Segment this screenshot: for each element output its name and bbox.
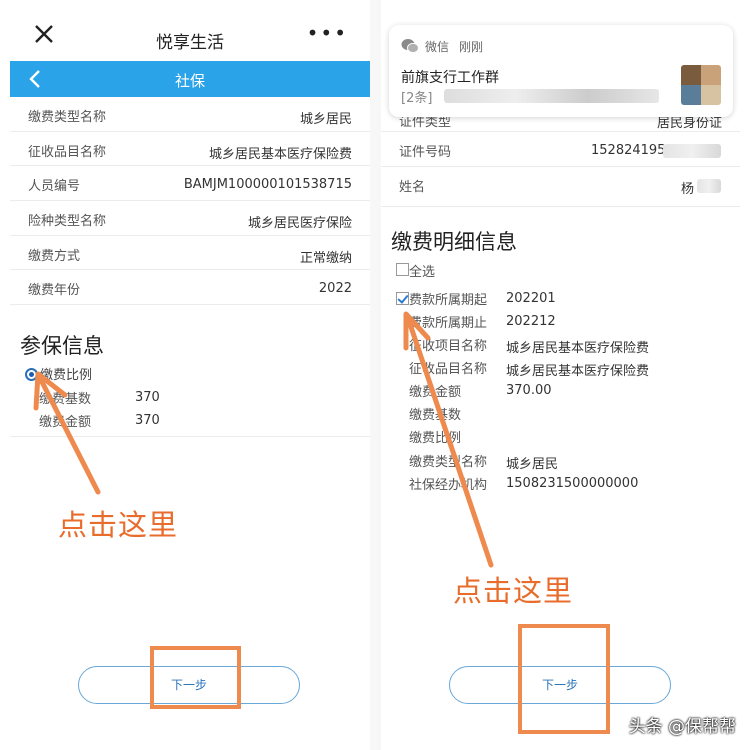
detail-label: 缴费类型名称: [409, 455, 488, 470]
info-row: 缴费年份 2022: [10, 270, 370, 306]
info-list: 缴费类型名称 城乡居民 征收品目名称 城乡居民基本医疗保险费 人员编号 BAMJ…: [10, 97, 370, 306]
wechat-notification[interactable]: 微信 刚刚 前旗支行工作群 [2条]: [389, 25, 733, 117]
left-screenshot: 悦享生活 ••• 社保 缴费类型名称 城乡居民 征收品目名称 城乡居民基本医疗保…: [10, 0, 370, 750]
detail-value: 城乡居民基本医疗保险费: [506, 341, 650, 356]
detail-value: 202201: [506, 291, 556, 306]
detail-value: 城乡居民: [506, 457, 559, 472]
notification-group: 前旗支行工作群: [401, 70, 499, 86]
highlight-box: [150, 646, 241, 709]
masked-value: [697, 179, 721, 193]
amount-value: 370: [135, 413, 160, 428]
highlight-box: [518, 624, 610, 734]
row-value: 152824195: [591, 143, 666, 158]
detail-label: 缴费基数: [409, 408, 462, 423]
row-value: BAMJM100000101538715: [183, 177, 352, 193]
detail-label: 缴费金额: [409, 385, 462, 400]
row-value: 城乡居民: [299, 112, 352, 127]
info-row: 姓名 杨: [381, 167, 740, 207]
detail-label: 社保经办机构: [409, 478, 488, 493]
row-label: 证件号码: [399, 145, 452, 160]
notification-prefix: [2条]: [401, 91, 433, 106]
detail-value: 城乡居民基本医疗保险费: [506, 364, 650, 379]
watermark-text: 头条 @保帮帮: [628, 717, 736, 737]
detail-checkbox[interactable]: [396, 292, 409, 305]
detail-label: 缴费比例: [409, 431, 462, 446]
row-value: 城乡居民医疗保险: [247, 216, 352, 232]
section-title: 缴费明细信息: [391, 230, 517, 254]
payment-ratio-radio[interactable]: 缴费比例: [25, 364, 92, 383]
select-all-checkbox[interactable]: [396, 263, 409, 276]
row-label: 缴费年份: [28, 283, 81, 299]
row-value: 2022: [318, 281, 352, 297]
group-avatar: [681, 65, 721, 105]
amount-label: 缴费金额: [39, 415, 92, 430]
detail-value: 370.00: [506, 383, 552, 398]
row-label: 缴费方式: [28, 248, 81, 264]
row-value: 正常缴纳: [299, 250, 352, 266]
app-header: 悦享生活 •••: [10, 0, 370, 60]
detail-label: 征收项目名称: [409, 339, 488, 354]
wechat-icon: [401, 39, 419, 54]
info-row: 缴费类型名称 城乡居民: [10, 97, 370, 132]
annotation-text: 点击这里: [58, 508, 179, 542]
base-label: 缴费基数: [39, 392, 92, 407]
detail-label: 费款所属期止: [409, 316, 488, 331]
row-label: 人员编号: [28, 179, 81, 195]
row-label: 征收品目名称: [28, 144, 107, 160]
radio-label: 缴费比例: [40, 368, 93, 383]
nav-title: 社保: [174, 72, 205, 90]
info-row: 险种类型名称 城乡居民医疗保险: [10, 201, 370, 236]
row-label: 险种类型名称: [28, 214, 107, 230]
radio-selected-icon[interactable]: [25, 368, 38, 381]
info-row: 征收品目名称 城乡居民基本医疗保险费: [10, 132, 370, 167]
base-value: 370: [135, 390, 160, 405]
info-row: 证件号码 152824195: [381, 132, 740, 167]
notification-app: 微信: [425, 40, 450, 54]
row-value: 城乡居民基本医疗保险费: [208, 146, 352, 162]
row-value: 杨: [681, 182, 695, 197]
info-row: 缴费方式 正常缴纳: [10, 236, 370, 271]
masked-value: [663, 144, 721, 158]
blurred-message: [444, 89, 659, 103]
divider: [10, 436, 370, 437]
detail-label: 征收品目名称: [409, 362, 488, 377]
nav-bar: 社保: [10, 61, 370, 97]
info-row: 人员编号 BAMJM100000101538715: [10, 166, 370, 202]
detail-label: 费款所属期起: [409, 293, 488, 308]
row-label: 姓名: [399, 180, 426, 195]
annotation-text: 点击这里: [453, 574, 574, 608]
detail-value: 202212: [506, 314, 556, 329]
notification-time: 刚刚: [459, 40, 484, 54]
right-screenshot: 微信 刚刚 前旗支行工作群 [2条] 证件类型 居民身份证 证件号码 15282…: [381, 0, 740, 750]
section-title: 参保信息: [20, 334, 104, 358]
detail-value: 1508231500000000: [506, 476, 639, 491]
separator: [370, 0, 381, 750]
row-label: 缴费类型名称: [28, 110, 107, 125]
select-all-label: 全选: [409, 265, 436, 280]
more-menu-icon[interactable]: •••: [307, 23, 348, 43]
